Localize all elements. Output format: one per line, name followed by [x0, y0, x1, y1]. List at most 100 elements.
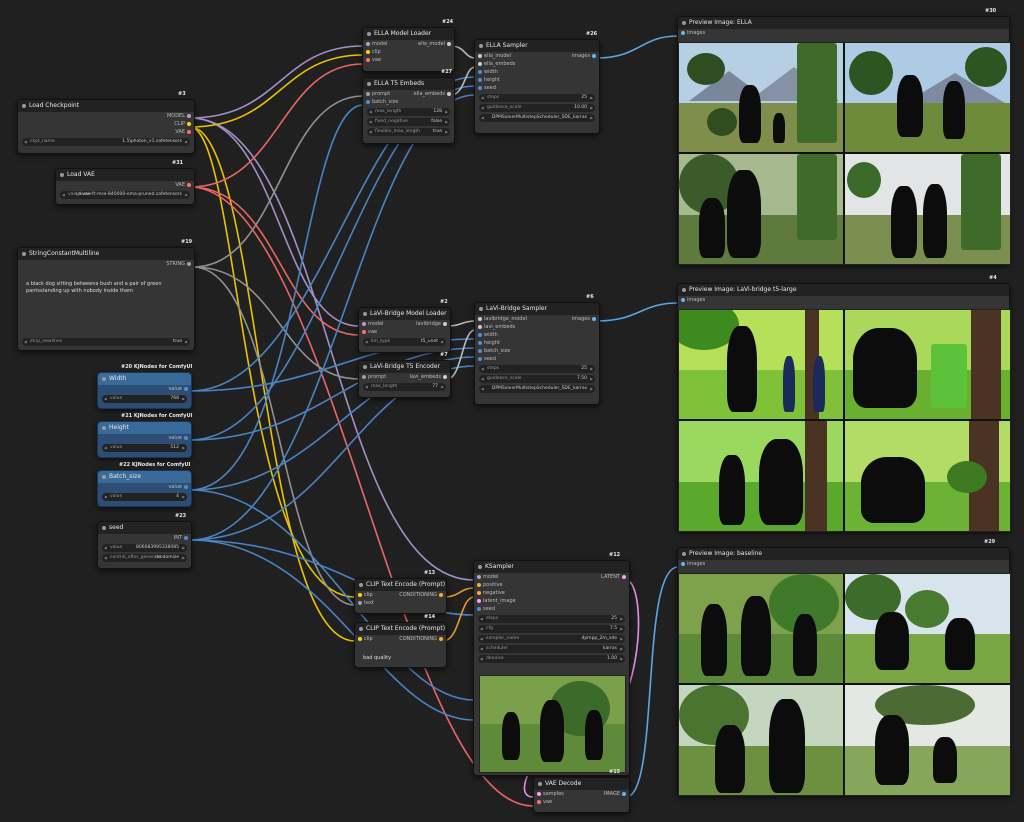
- height-node[interactable]: Height value value512: [97, 421, 192, 458]
- preview-image-baseline-node[interactable]: Preview Image: baseline images: [677, 547, 1011, 796]
- output-model[interactable]: MODEL: [18, 112, 194, 120]
- input-width[interactable]: width: [475, 68, 599, 76]
- lavi-image-3[interactable]: [679, 421, 843, 531]
- input-seed[interactable]: seed: [474, 605, 629, 613]
- input-ella-embeds[interactable]: ella_embeds: [475, 60, 599, 68]
- input-latent-image[interactable]: latent_image: [474, 597, 629, 605]
- height-value-widget[interactable]: value512: [102, 444, 187, 452]
- input-prompt[interactable]: prompt ella_embeds: [363, 90, 454, 98]
- baseline-output-grid[interactable]: [678, 573, 1011, 796]
- output-vae[interactable]: VAE: [56, 181, 194, 189]
- llm-type-widget[interactable]: llm_typet5_unet: [363, 338, 446, 346]
- input-lavi-embeds[interactable]: lavi_embeds: [475, 323, 599, 331]
- lavi-image-2[interactable]: [845, 310, 1010, 419]
- input-images[interactable]: images: [678, 29, 1009, 37]
- load-checkpoint-node[interactable]: Load Checkpoint MODEL CLIP VAE ckpt_name…: [17, 99, 195, 154]
- flexible-max-length-widget[interactable]: flexible_max_lengthtrue: [367, 128, 450, 136]
- cfg-widget[interactable]: cfg7.5: [478, 625, 625, 633]
- baseline-image-3[interactable]: [679, 685, 843, 795]
- input-clip[interactable]: clip CONDITIONING: [355, 591, 446, 599]
- scheduler-widget[interactable]: DPMSolverMultistepScheduler_SDE_karras: [479, 114, 595, 122]
- baseline-image-1[interactable]: [679, 574, 843, 683]
- lavi-bridge-t5-encoder-node[interactable]: LaVi-Bridge T5 Encoder prompt lavi_embeds…: [358, 360, 451, 398]
- input-model[interactable]: model lavibridge: [359, 320, 450, 328]
- fixed-negative-widget[interactable]: fixed_negativefalse: [367, 118, 450, 126]
- lavi-bridge-sampler-node[interactable]: LaVi-Bridge Sampler lavibridge_model imag…: [474, 302, 600, 405]
- sampler-name-widget[interactable]: sampler_namedpmpp_2m_sde: [478, 635, 625, 643]
- input-clip[interactable]: clip CONDITIONING: [355, 635, 446, 643]
- steps-widget[interactable]: steps25: [478, 615, 625, 623]
- negative-prompt-textarea[interactable]: bad quality: [363, 655, 391, 662]
- input-model[interactable]: model LATENT: [474, 573, 629, 581]
- input-seed[interactable]: seed: [475, 84, 599, 92]
- input-vae[interactable]: vae: [534, 798, 629, 806]
- lavi-image-1[interactable]: [679, 310, 843, 419]
- clip-text-encode-positive-node[interactable]: CLIP Text Encode (Prompt) clip CONDITIONI…: [354, 578, 447, 614]
- ella-output-grid[interactable]: [678, 42, 1011, 265]
- seed-value-widget[interactable]: value806083995338085: [102, 544, 187, 552]
- ella-model-loader-node[interactable]: ELLA Model Loader model ella_model clip v…: [362, 27, 455, 72]
- baseline-image-2[interactable]: [845, 574, 1010, 683]
- batch-size-node[interactable]: Batch_size value value4: [97, 470, 192, 507]
- input-negative[interactable]: negative: [474, 589, 629, 597]
- preview-image-ella-node[interactable]: Preview Image: ELLA images: [677, 16, 1011, 265]
- input-ella-model[interactable]: ella_model images: [475, 52, 599, 60]
- max-length-widget[interactable]: max_length77: [363, 383, 446, 391]
- output-int[interactable]: INT: [98, 534, 191, 542]
- baseline-image-4[interactable]: [845, 685, 1010, 795]
- prompt-textarea[interactable]: a black dog sitting betweena bush and a …: [26, 281, 186, 295]
- load-vae-node[interactable]: Load VAE VAE vae_namesd-vae-ft-mse-84000…: [55, 168, 195, 205]
- ella-image-3[interactable]: [679, 154, 843, 264]
- output-vae[interactable]: VAE: [18, 128, 194, 136]
- batch-value-widget[interactable]: value4: [102, 493, 187, 501]
- string-constant-node[interactable]: StringConstantMultiline STRING a black d…: [17, 247, 195, 351]
- input-height[interactable]: height: [475, 339, 599, 347]
- output-value[interactable]: value: [98, 434, 191, 442]
- lavi-bridge-model-loader-node[interactable]: LaVi-Bridge Model Loader model lavibridge…: [358, 307, 451, 353]
- ella-image-1[interactable]: [679, 43, 843, 152]
- input-clip[interactable]: clip: [363, 48, 454, 56]
- input-lavibridge-model[interactable]: lavibridge_model images: [475, 315, 599, 323]
- vae-decode-node[interactable]: VAE Decode samples IMAGE vae: [533, 777, 630, 813]
- output-string[interactable]: STRING: [18, 260, 194, 268]
- output-value[interactable]: value: [98, 483, 191, 491]
- ksampler-node[interactable]: KSampler model LATENT positive negative l…: [473, 560, 630, 776]
- input-text[interactable]: text: [355, 599, 446, 607]
- input-images[interactable]: images: [678, 560, 1009, 568]
- ckpt-name-widget[interactable]: ckpt_name1.5\photon_v1.safetensors: [22, 138, 190, 146]
- ella-image-2[interactable]: [845, 43, 1010, 152]
- output-value[interactable]: value: [98, 385, 191, 393]
- guidance-scale-widget[interactable]: guidance_scale10.00: [479, 104, 595, 112]
- clip-text-encode-negative-node[interactable]: CLIP Text Encode (Prompt) clip CONDITIONI…: [354, 622, 447, 668]
- control-after-generate-widget[interactable]: control_after_generaterandomize: [102, 554, 187, 562]
- steps-widget[interactable]: steps25: [479, 94, 595, 102]
- scheduler-widget[interactable]: DPMSolverMultistepScheduler_SDE_karras: [479, 385, 595, 393]
- width-node[interactable]: Width value value768: [97, 372, 192, 409]
- ella-image-4[interactable]: [845, 154, 1010, 264]
- scheduler-widget[interactable]: schedulerkarras: [478, 645, 625, 653]
- input-positive[interactable]: positive: [474, 581, 629, 589]
- lavi-image-4[interactable]: [845, 421, 1010, 531]
- denoise-widget[interactable]: denoise1.00: [478, 655, 625, 663]
- input-samples[interactable]: samples IMAGE: [534, 790, 629, 798]
- ella-sampler-node[interactable]: ELLA Sampler ella_model images ella_embed…: [474, 39, 600, 134]
- max-length-widget[interactable]: max_length128: [367, 108, 450, 116]
- input-batch-size[interactable]: batch_size: [363, 98, 454, 106]
- output-clip[interactable]: CLIP: [18, 120, 194, 128]
- lavi-output-grid[interactable]: [678, 309, 1011, 532]
- input-batch-size[interactable]: batch_size: [475, 347, 599, 355]
- strip-newlines-widget[interactable]: strip_newlinestrue: [22, 338, 190, 346]
- guidance-scale-widget[interactable]: guidance_scale7.50: [479, 375, 595, 383]
- steps-widget[interactable]: steps25: [479, 365, 595, 373]
- preview-image-lavi-node[interactable]: Preview Image: LaVi-bridge t5-large imag…: [677, 283, 1011, 532]
- input-width[interactable]: width: [475, 331, 599, 339]
- ella-t5-embeds-node[interactable]: ELLA T5 Embeds prompt ella_embeds batch_s…: [362, 77, 455, 144]
- seed-node[interactable]: seed INT value806083995338085 control_af…: [97, 521, 192, 569]
- input-seed[interactable]: seed: [475, 355, 599, 363]
- input-model[interactable]: model ella_model: [363, 40, 454, 48]
- vae-name-widget[interactable]: vae_namesd-vae-ft-mse-840000-ema-pruned.…: [60, 191, 190, 199]
- input-images[interactable]: images: [678, 296, 1009, 304]
- node-canvas[interactable]: Load Checkpoint MODEL CLIP VAE ckpt_name…: [0, 0, 1024, 822]
- input-vae[interactable]: vae: [363, 56, 454, 64]
- input-vae[interactable]: vae: [359, 328, 450, 336]
